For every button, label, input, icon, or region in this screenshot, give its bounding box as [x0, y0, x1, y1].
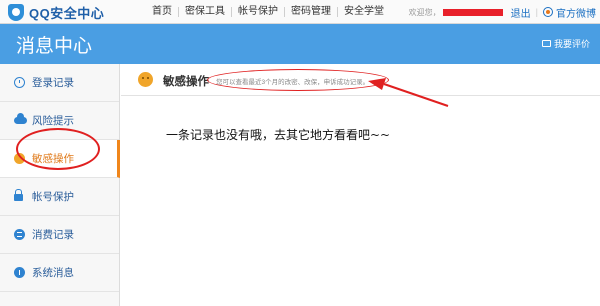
- annotation-arrow: [368, 78, 449, 107]
